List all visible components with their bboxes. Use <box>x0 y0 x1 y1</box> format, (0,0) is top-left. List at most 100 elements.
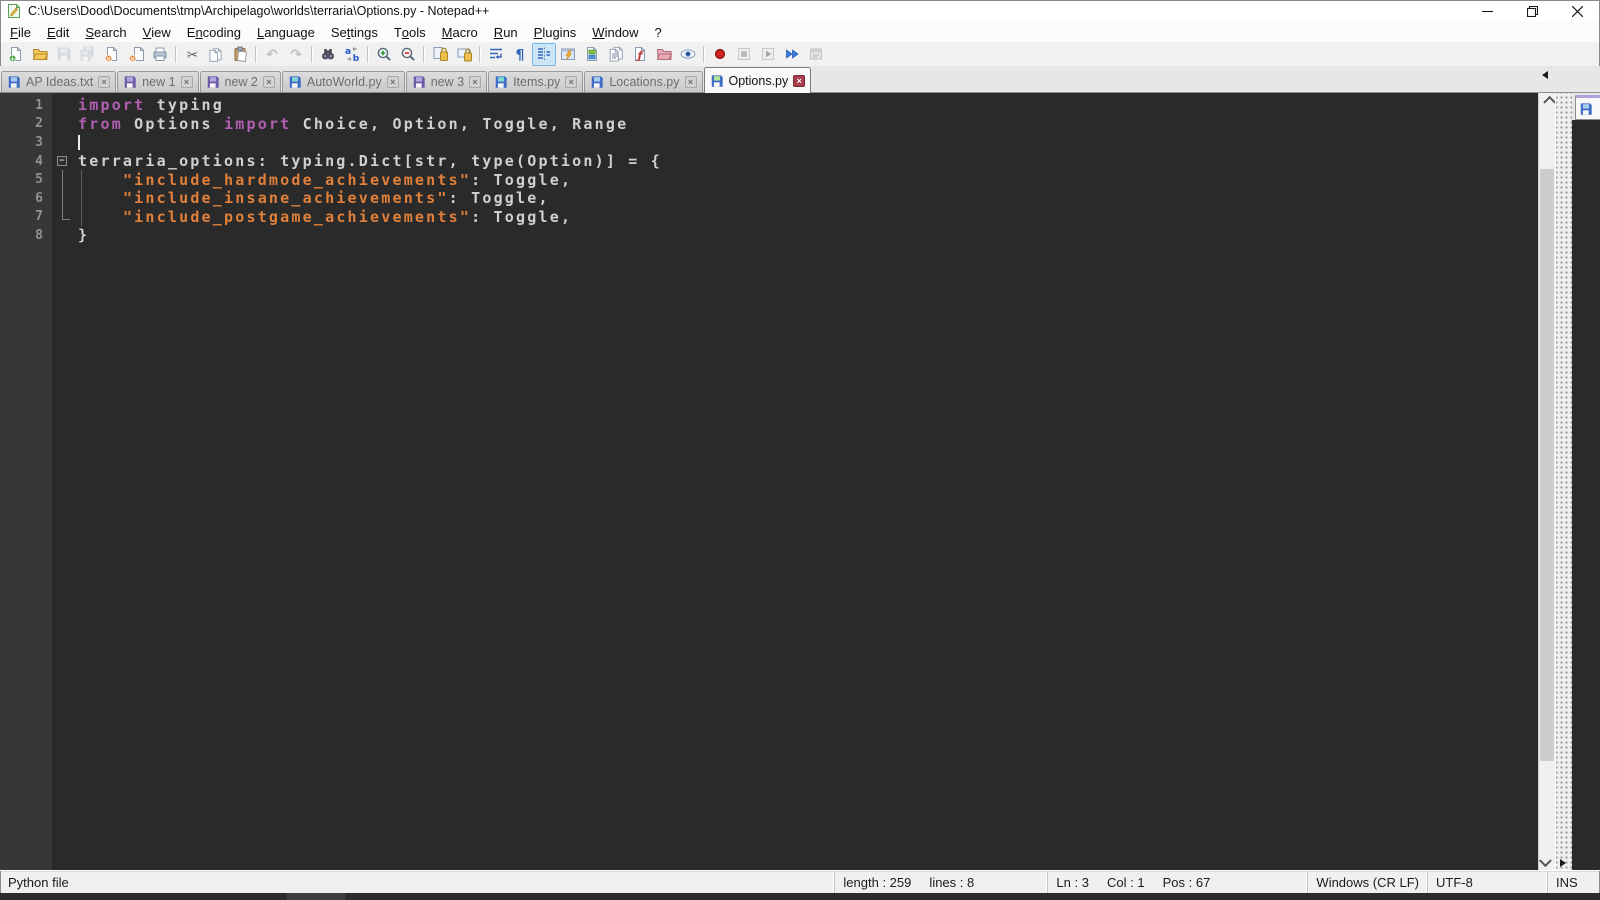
new-file-icon[interactable]: + <box>4 43 28 66</box>
sync-horizontal-icon[interactable] <box>452 43 476 66</box>
open-file-icon[interactable] <box>28 43 52 66</box>
code-line[interactable]: 1 import typing <box>0 96 1538 115</box>
tab-new-3[interactable]: new 3 × <box>405 71 488 92</box>
code-line[interactable]: 4 − terraria_options: typing.Dict[str, typ… <box>0 152 1538 171</box>
tab-new-2[interactable]: new 2 × <box>199 71 281 92</box>
statusbar-cursor-position: Ln : 3 Col : 1 Pos : 67 <box>1047 872 1307 893</box>
tab-scroll-left-icon[interactable] <box>1542 71 1548 79</box>
word-wrap-icon[interactable] <box>484 43 508 66</box>
find-icon[interactable] <box>316 43 340 66</box>
print-icon[interactable] <box>148 43 172 66</box>
cut-icon[interactable]: ✂ <box>180 43 204 66</box>
splitter-collapse-icon[interactable] <box>1560 859 1566 867</box>
menu-language[interactable]: Language <box>249 22 323 42</box>
fold-margin <box>52 226 74 245</box>
restore-button[interactable] <box>1510 0 1555 22</box>
scroll-up-icon[interactable] <box>1539 93 1556 110</box>
code-line[interactable]: 7 "include_postgame_achievements": Toggl… <box>0 207 1538 227</box>
menu-view[interactable]: View <box>135 22 179 42</box>
replace-icon[interactable]: ab <box>340 43 364 66</box>
tab-close-icon[interactable]: × <box>684 76 697 88</box>
show-all-characters-icon[interactable]: ¶ <box>508 43 532 66</box>
zoom-out-icon[interactable] <box>396 43 420 66</box>
minimize-button[interactable] <box>1465 0 1510 22</box>
editor[interactable]: 1 import typing 2 from Options import Choic… <box>0 93 1538 870</box>
floppy-icon <box>494 75 508 89</box>
udl-dialog-icon[interactable] <box>556 43 580 66</box>
menu-macro[interactable]: Macro <box>434 22 486 42</box>
close-all-icon[interactable]: × <box>124 43 148 66</box>
menu-plugins[interactable]: Plugins <box>526 22 585 42</box>
main-area: 1 import typing 2 from Options import Choic… <box>0 93 1600 871</box>
tab-locations-py[interactable]: Locations.py × <box>584 71 703 92</box>
code-line[interactable]: 2 from Options import Choice, Option, Tog… <box>0 115 1538 134</box>
menu-window[interactable]: Window <box>584 22 646 42</box>
fold-margin <box>52 188 74 208</box>
macro-stop-icon[interactable] <box>732 43 756 66</box>
fold-guide-line <box>62 170 63 189</box>
view-splitter[interactable] <box>1555 93 1572 870</box>
scroll-down-icon[interactable] <box>1538 853 1555 870</box>
menu-settings[interactable]: Se t tings <box>323 22 386 42</box>
menu-run[interactable]: Run <box>486 22 526 42</box>
vertical-scrollbar[interactable] <box>1538 93 1556 870</box>
tab-close-icon[interactable]: × <box>98 76 111 88</box>
folder-as-workspace-icon[interactable] <box>652 43 676 66</box>
toolbar-separator <box>311 45 313 63</box>
toolbar: + × × ✂ ↶ ↷ a b ¶ ƒ <box>0 42 1600 66</box>
menu-?[interactable]: ? <box>647 22 670 42</box>
redo-icon[interactable]: ↷ <box>284 43 308 66</box>
paste-icon[interactable] <box>228 43 252 66</box>
tab-new-1[interactable]: new 1 × <box>117 71 199 92</box>
tab-close-icon[interactable]: × <box>262 76 275 88</box>
code-line[interactable]: 6 "include_insane_achievements": Toggle, <box>0 188 1538 208</box>
macro-play-icon[interactable] <box>756 43 780 66</box>
document-map-icon[interactable] <box>580 43 604 66</box>
undo-icon[interactable]: ↶ <box>260 43 284 66</box>
second-view-partial-tab[interactable] <box>1575 95 1600 120</box>
zoom-in-icon[interactable] <box>372 43 396 66</box>
monitoring-icon[interactable] <box>676 43 700 66</box>
macro-run-multiple-icon[interactable] <box>780 43 804 66</box>
tab-close-icon[interactable]: × <box>565 76 578 88</box>
statusbar-typing-mode[interactable]: INS <box>1547 872 1600 893</box>
sync-vertical-icon[interactable] <box>428 43 452 66</box>
menu-encoding[interactable]: En coding <box>179 22 249 42</box>
menu-search[interactable]: Search <box>77 22 134 42</box>
code-line[interactable]: 3 <box>0 133 1538 152</box>
statusbar-doc-type: Python file <box>8 875 69 890</box>
code-text: from Options import Choice, Option, Togg… <box>78 114 629 133</box>
floppy-icon <box>590 75 604 89</box>
tab-options-py[interactable]: Options.py × <box>703 67 812 93</box>
tab-close-icon[interactable]: × <box>793 74 806 87</box>
scrollbar-thumb[interactable] <box>1540 169 1554 761</box>
tab-close-icon[interactable]: × <box>469 76 482 88</box>
tab-items-py[interactable]: Items.py × <box>488 71 584 92</box>
save-all-icon[interactable] <box>76 43 100 66</box>
menu-file[interactable]: File <box>2 22 39 42</box>
fold-collapse-icon[interactable]: − <box>57 155 67 166</box>
code-line[interactable]: 8} <box>0 226 1538 245</box>
code-text: import typing <box>78 96 225 115</box>
tab-autoworld-py[interactable]: AutoWorld.py × <box>281 71 405 92</box>
function-list-icon[interactable]: ƒ <box>628 43 652 66</box>
floppy-icon <box>7 75 21 89</box>
copy-icon[interactable] <box>204 43 228 66</box>
tab-close-icon[interactable]: × <box>180 76 193 88</box>
close-button[interactable] <box>1555 0 1600 22</box>
code-line[interactable]: 5 "include_hardmode_achievements": Toggl… <box>0 170 1538 189</box>
tab-close-icon[interactable]: × <box>386 76 399 88</box>
tab-ap-ideas-txt[interactable]: AP Ideas.txt × <box>1 71 117 92</box>
toolbar-separator <box>175 45 177 63</box>
macro-save-icon[interactable] <box>804 43 828 66</box>
taskbar-app-segment[interactable] <box>287 893 345 900</box>
close-file-icon[interactable]: × <box>100 43 124 66</box>
show-indent-guide-icon[interactable] <box>532 42 556 66</box>
macro-record-icon[interactable] <box>708 43 732 66</box>
document-list-icon[interactable] <box>604 43 628 66</box>
second-view-editor[interactable] <box>1572 120 1600 870</box>
save-file-icon[interactable] <box>52 43 76 66</box>
notepad-plus-plus-window: C:\Users\Dood\Documents\tmp\Archipelago\… <box>0 0 1600 900</box>
menu-tools[interactable]: To ols <box>386 22 434 42</box>
menu-edit[interactable]: Edit <box>39 22 77 42</box>
